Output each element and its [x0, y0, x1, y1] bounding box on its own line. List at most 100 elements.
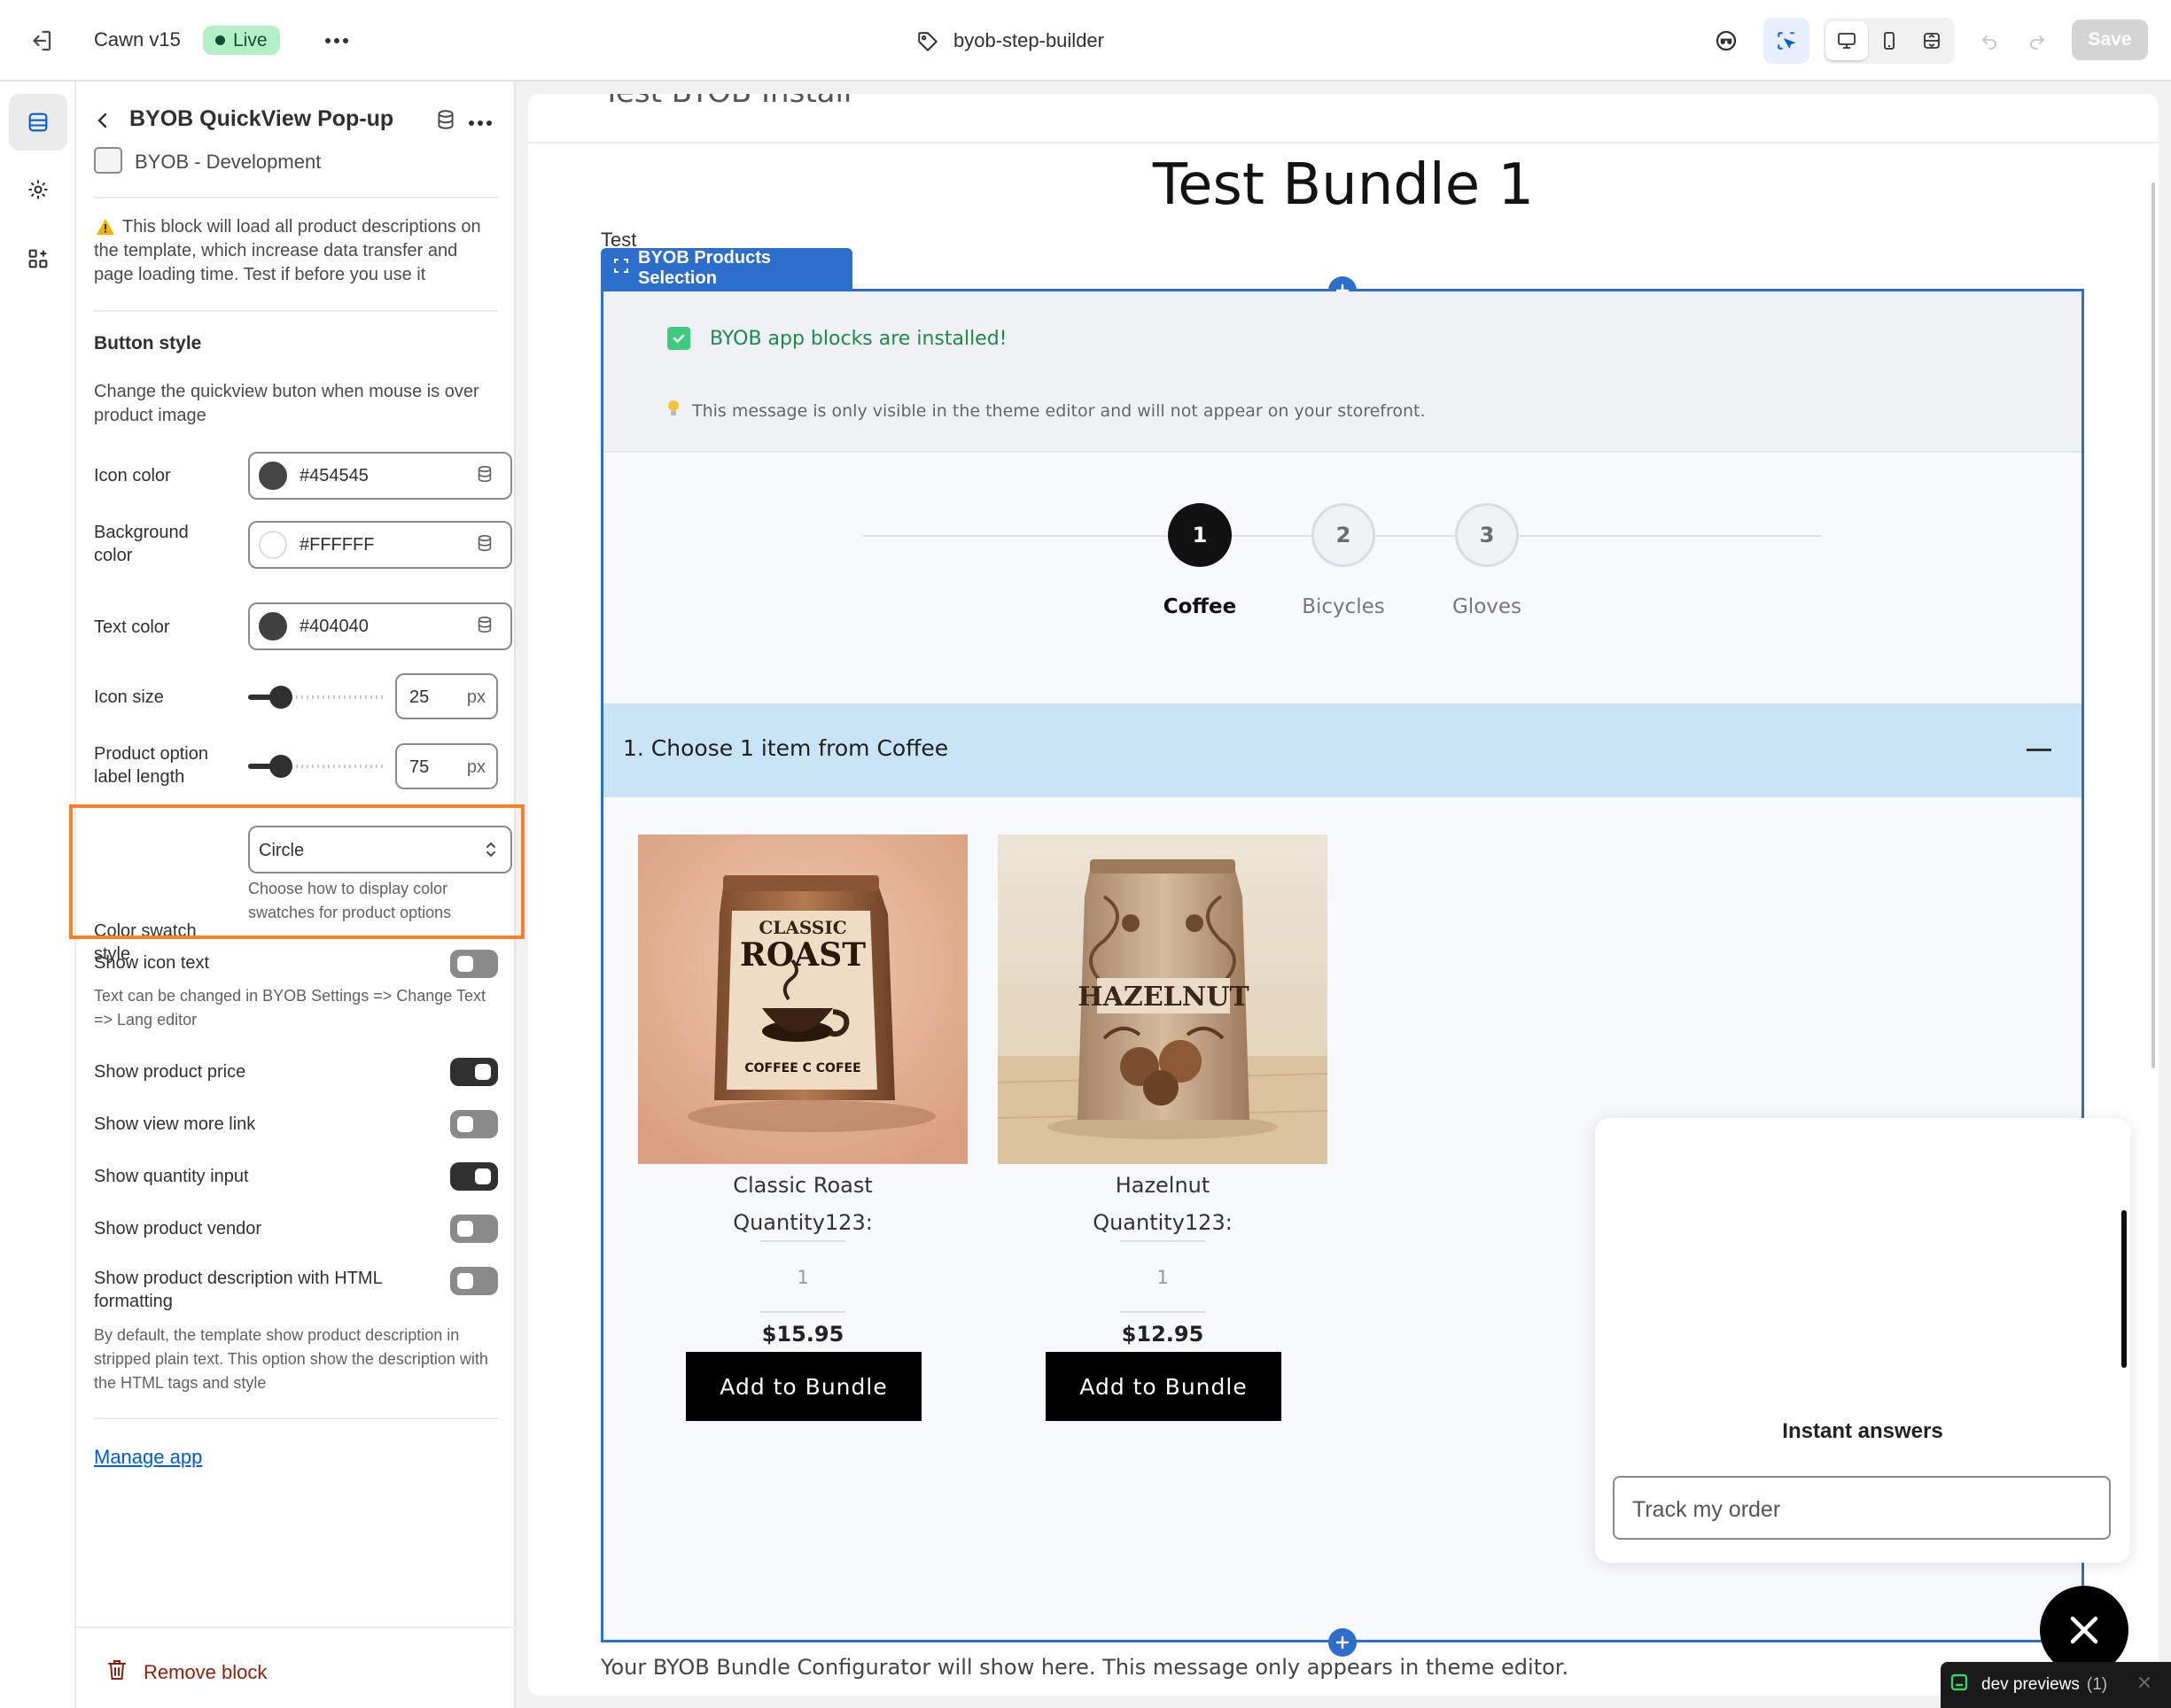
step-3[interactable]: 3: [1455, 503, 1519, 567]
label-length-value: 75: [409, 757, 430, 777]
track-order-text: Track my order: [1632, 1497, 1781, 1522]
show-qty-toggle[interactable]: [450, 1162, 498, 1191]
database-icon[interactable]: [475, 464, 494, 488]
preview-scrollbar[interactable]: [2152, 182, 2155, 1068]
divider: [76, 1626, 516, 1628]
close-chat-button[interactable]: [2040, 1586, 2128, 1674]
inspector-toggle[interactable]: [1763, 18, 1809, 64]
label-length-slider[interactable]: [248, 755, 383, 778]
mobile-icon[interactable]: [1868, 21, 1910, 60]
color-swatch[interactable]: [259, 462, 287, 490]
divider: [1120, 1311, 1205, 1313]
label-length-input[interactable]: 75 px: [395, 743, 498, 789]
template-name[interactable]: byob-step-builder: [953, 31, 1104, 50]
save-button[interactable]: Save: [2072, 19, 2148, 60]
widget-title: Instant answers: [1782, 1419, 1943, 1443]
block-label-tab[interactable]: BYOB Products Selection: [601, 248, 852, 289]
desktop-icon[interactable]: [1825, 21, 1868, 60]
remove-block-button[interactable]: Remove block: [106, 1658, 267, 1687]
undo-icon[interactable]: [1974, 25, 2004, 57]
add-to-bundle-button[interactable]: Add to Bundle: [686, 1352, 922, 1421]
icon-size-input[interactable]: 25 px: [395, 673, 498, 719]
product-image-hazelnut[interactable]: HAZELNUT: [998, 835, 1327, 1164]
step-2[interactable]: 2: [1311, 503, 1375, 567]
slider-handle[interactable]: [269, 686, 292, 709]
sections-icon[interactable]: [9, 94, 67, 151]
section-description: Change the quickview buton when mouse is…: [94, 382, 479, 425]
product-name[interactable]: Classic Roast: [638, 1173, 968, 1198]
collapse-minus-icon[interactable]: [2027, 749, 2051, 751]
bag-text-bottom: COFFEE C COFEE: [744, 1061, 860, 1075]
apps-icon[interactable]: [9, 230, 67, 287]
add-section-plus-icon[interactable]: [1328, 1628, 1357, 1657]
install-notice: BYOB app blocks are installed! This mess…: [603, 291, 2082, 453]
instant-answers-widget: Instant answers Track my order: [1595, 1118, 2130, 1563]
manage-app-link[interactable]: Manage app: [94, 1446, 202, 1469]
sidekick-icon[interactable]: [1710, 25, 1742, 57]
close-icon[interactable]: [2137, 1675, 2152, 1695]
product-name[interactable]: Hazelnut: [998, 1173, 1327, 1198]
product-price: $12.95: [1121, 1322, 1204, 1347]
inspector-cursor-icon[interactable]: [1765, 21, 1808, 60]
color-swatch[interactable]: [259, 531, 287, 559]
step-accordion-header[interactable]: 1. Choose 1 item from Coffee: [603, 703, 2082, 797]
icon-color-label: Icon color: [94, 466, 171, 485]
icon-size-value: 25: [409, 687, 430, 707]
bag-text-main: HAZELNUT: [1078, 982, 1249, 1013]
divider: [1120, 1240, 1205, 1242]
quantity-input[interactable]: 1: [638, 1267, 968, 1288]
divider: [94, 197, 498, 198]
show-price-toggle[interactable]: [450, 1058, 498, 1086]
icon-color-field[interactable]: #454545: [248, 452, 512, 500]
show-icon-text-toggle[interactable]: [450, 950, 498, 978]
unit-label: px: [466, 757, 486, 777]
more-icon[interactable]: [319, 25, 354, 57]
status-badge: Live: [203, 26, 280, 55]
section-heading: Button style: [94, 333, 202, 353]
show-desc-html-toggle[interactable]: [450, 1267, 498, 1295]
background-color-field[interactable]: #FFFFFF: [248, 521, 512, 569]
store-name: Cawn v15: [94, 28, 181, 50]
show-view-more-toggle[interactable]: [450, 1110, 498, 1138]
icon-size-label: Icon size: [94, 687, 164, 707]
trash-icon: [106, 1658, 128, 1687]
block-outline-icon: [613, 258, 629, 279]
installed-message: BYOB app blocks are installed!: [667, 327, 1008, 350]
redo-icon[interactable]: [2022, 25, 2052, 57]
settings-gear-icon[interactable]: [9, 161, 67, 218]
icon-size-slider[interactable]: [248, 686, 383, 709]
preview-window-icon: [1949, 1673, 1969, 1697]
color-swatch[interactable]: [259, 612, 287, 640]
live-dot-icon: [215, 35, 225, 45]
bag-text-top: CLASSIC: [759, 917, 846, 938]
divider: [760, 1311, 845, 1313]
block-label-text: BYOB Products Selection: [638, 248, 772, 288]
add-to-bundle-button[interactable]: Add to Bundle: [1046, 1352, 1281, 1421]
fullscreen-icon[interactable]: [1910, 21, 1953, 60]
show-qty-label: Show quantity input: [94, 1167, 249, 1186]
product-image-classic-roast[interactable]: CLASSIC ROAST COFFEE C COFEE: [638, 835, 968, 1164]
store-header-title[interactable]: Test BYOB Install: [603, 94, 852, 110]
exit-icon[interactable]: [25, 25, 57, 57]
database-icon[interactable]: [434, 108, 457, 136]
divider: [94, 1417, 498, 1419]
dev-previews-label: dev previews: [1981, 1675, 2080, 1694]
step-3-label[interactable]: Gloves: [1398, 595, 1576, 618]
slider-handle[interactable]: [269, 755, 292, 778]
back-chevron-icon[interactable]: [92, 110, 113, 136]
show-vendor-toggle[interactable]: [450, 1215, 498, 1243]
widget-scrollbar[interactable]: [2121, 1210, 2127, 1368]
more-icon[interactable]: [468, 115, 493, 131]
step-1[interactable]: 1: [1168, 503, 1232, 567]
text-color-value: #404040: [300, 616, 369, 636]
show-desc-html-label: Show product description with HTML forma…: [94, 1269, 382, 1311]
text-color-field[interactable]: #404040: [248, 602, 512, 650]
database-icon[interactable]: [475, 615, 494, 639]
step-instruction: 1. Choose 1 item from Coffee: [623, 735, 949, 761]
top-bar: Cawn v15 Live byob-step-builder Save: [0, 0, 2171, 82]
database-icon[interactable]: [475, 533, 494, 557]
track-order-input[interactable]: Track my order: [1613, 1476, 2111, 1540]
dev-previews-bar[interactable]: dev previews (1): [1941, 1662, 2171, 1708]
quantity-input[interactable]: 1: [998, 1267, 1327, 1288]
show-desc-html-help: By default, the template show product de…: [94, 1326, 488, 1392]
